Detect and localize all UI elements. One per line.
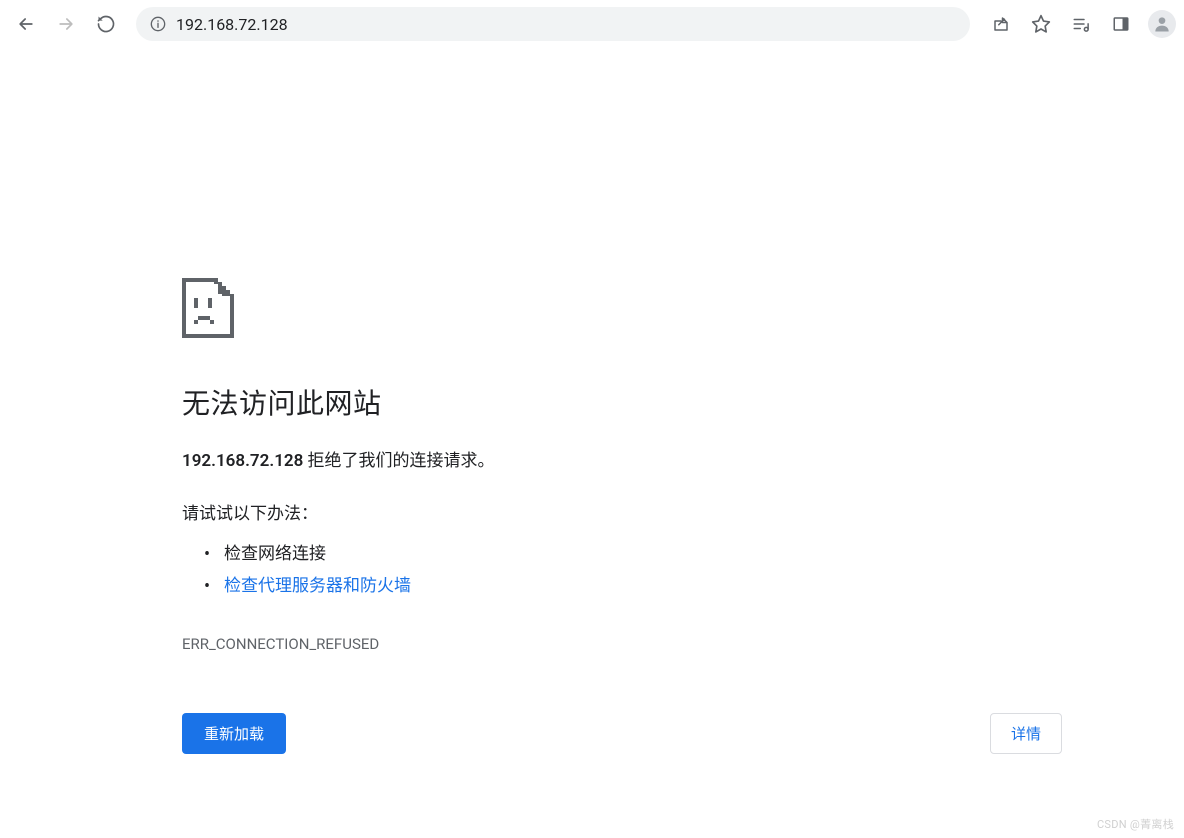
arrow-right-icon <box>56 14 76 34</box>
share-button[interactable] <box>982 6 1020 42</box>
profile-avatar[interactable] <box>1148 10 1176 38</box>
suggestion-link[interactable]: 检查代理服务器和防火墙 <box>224 576 411 596</box>
reload-button[interactable] <box>88 6 124 42</box>
watermark: CSDN @菁离栈 <box>1097 816 1174 832</box>
arrow-left-icon <box>16 14 36 34</box>
error-code: ERR_CONNECTION_REFUSED <box>182 635 1064 653</box>
toolbar-right <box>982 6 1176 42</box>
suggestion-text: 检查网络连接 <box>224 544 326 564</box>
side-panel-button[interactable] <box>1102 6 1140 42</box>
share-icon <box>992 15 1010 33</box>
list-item: 检查代理服务器和防火墙 <box>224 570 1064 602</box>
error-page-icon <box>182 278 1064 342</box>
details-button[interactable]: 详情 <box>990 713 1062 754</box>
suggestions-list: 检查网络连接 检查代理服务器和防火墙 <box>182 538 1064 603</box>
star-icon <box>1031 14 1051 34</box>
browser-toolbar: 192.168.72.128 <box>0 0 1184 48</box>
error-title: 无法访问此网站 <box>182 382 1064 422</box>
button-row: 重新加载 详情 <box>182 713 1062 754</box>
error-page: 无法访问此网站 192.168.72.128 拒绝了我们的连接请求。 请试试以下… <box>0 48 1184 754</box>
forward-button[interactable] <box>48 6 84 42</box>
panel-icon <box>1112 15 1130 33</box>
list-item: 检查网络连接 <box>224 538 1064 570</box>
error-message-text: 拒绝了我们的连接请求。 <box>303 451 494 471</box>
media-button[interactable] <box>1062 6 1100 42</box>
person-icon <box>1152 14 1172 34</box>
reload-icon <box>96 14 116 34</box>
back-button[interactable] <box>8 6 44 42</box>
url-text: 192.168.72.128 <box>176 15 956 34</box>
reload-page-button[interactable]: 重新加载 <box>182 713 286 754</box>
suggestions-title: 请试试以下办法： <box>182 499 1064 524</box>
error-host: 192.168.72.128 <box>182 451 303 471</box>
site-info-icon[interactable] <box>150 16 166 32</box>
error-message: 192.168.72.128 拒绝了我们的连接请求。 <box>182 446 1064 471</box>
music-list-icon <box>1072 15 1090 33</box>
address-bar[interactable]: 192.168.72.128 <box>136 7 970 41</box>
bookmark-button[interactable] <box>1022 6 1060 42</box>
